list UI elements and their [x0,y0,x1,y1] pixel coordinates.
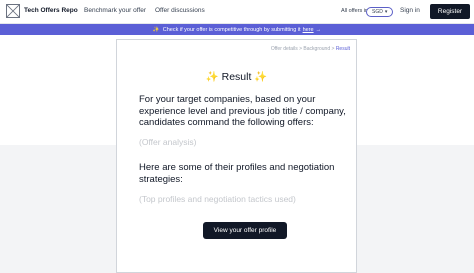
page-title: ✨ Result ✨ [117,70,356,83]
currency-select[interactable]: SGD ▾ [366,7,394,17]
sparkle-icon: ✨ [205,71,219,83]
banner-text: Check if your offer is competitive throu… [162,26,301,33]
register-button[interactable]: Register [430,4,470,19]
result-card: Offer details > Background > Result ✨ Re… [116,39,357,273]
breadcrumb-offer-details[interactable]: Offer details [271,46,298,52]
page-title-text: Result [221,71,252,83]
breadcrumb-separator: > [299,46,303,52]
announcement-banner: ✨ Check if your offer is competitive thr… [0,24,474,35]
breadcrumb-background[interactable]: Background [303,46,330,52]
chevron-down-icon: ▾ [384,9,388,15]
currency-value: SGD [372,9,383,15]
profiles-placeholder: (Top profiles and negotiation tactics us… [139,194,296,204]
breadcrumb-separator: > [331,46,335,52]
arrow-right-icon: → [315,26,322,33]
intro-text: For your target companies, based on your… [139,94,346,128]
breadcrumb: Offer details > Background > Result [271,46,350,52]
view-offer-profile-button[interactable]: View your offer profile [203,222,287,239]
nav-link-discussions[interactable]: Offer discussions [155,7,205,14]
signin-link[interactable]: Sign in [400,7,420,14]
logo-icon[interactable] [6,4,20,18]
profiles-intro-text: Here are some of their profiles and nego… [139,162,335,185]
banner-link[interactable]: here [303,27,314,33]
breadcrumb-result: Result [335,46,350,52]
sparkle-icon: ✨ [254,71,268,83]
sparkle-icon: ✨ [152,26,160,33]
offers-count-label: All offers in [341,8,369,14]
nav-link-benchmark[interactable]: Benchmark your offer [84,7,146,14]
brand-name[interactable]: Tech Offers Repo [24,7,78,14]
offer-analysis-placeholder: (Offer analysis) [139,137,197,147]
top-navbar: Tech Offers Repo Benchmark your offer Of… [0,0,474,24]
